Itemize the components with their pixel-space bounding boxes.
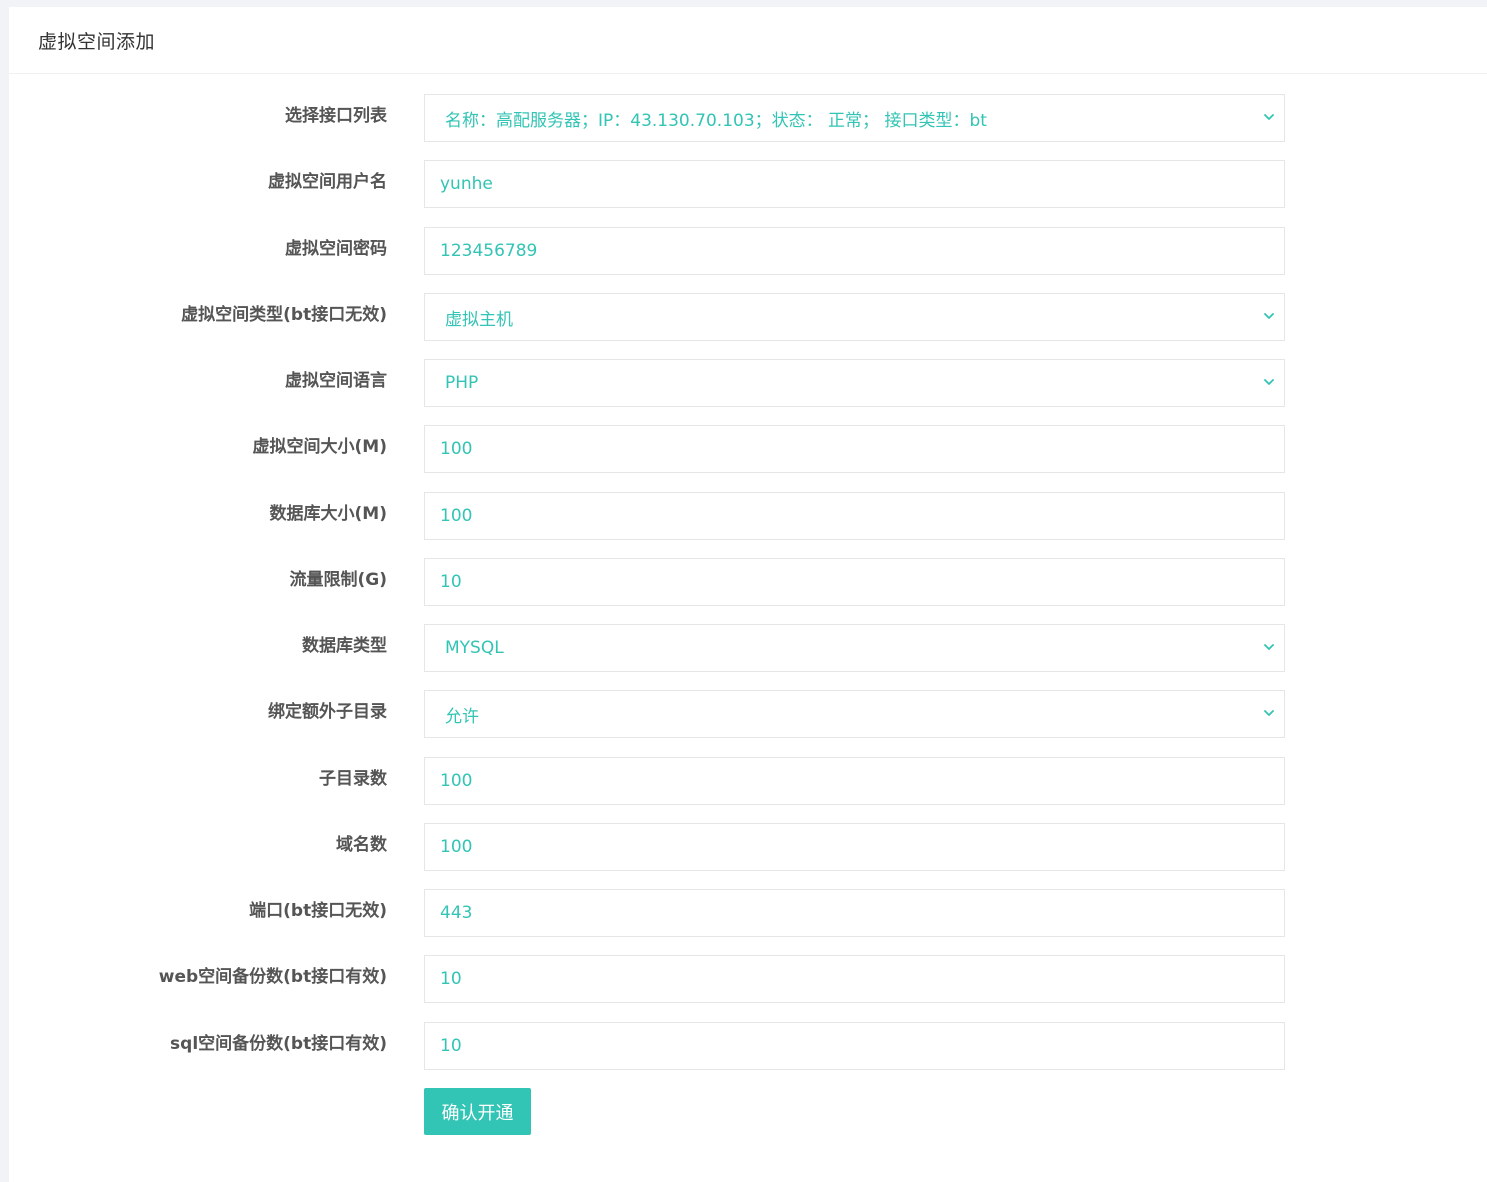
bind-subdir-label: 绑定额外子目录 xyxy=(268,702,387,722)
form-row-domain-count: 域名数 xyxy=(9,823,1487,871)
form-row-language: 虚拟空间语言 PHP xyxy=(9,359,1487,407)
form-row-web-backup: web空间备份数(bt接口有效) xyxy=(9,955,1487,1003)
port-label: 端口(bt接口无效) xyxy=(249,901,387,921)
page-title: 虚拟空间添加 xyxy=(38,30,156,53)
chevron-down-icon xyxy=(1264,379,1274,385)
username-input[interactable] xyxy=(424,160,1285,208)
traffic-limit-label: 流量限制(G) xyxy=(289,570,388,590)
space-type-value: 虚拟主机 xyxy=(445,309,513,330)
domain-count-label: 域名数 xyxy=(336,835,387,855)
web-backup-input[interactable] xyxy=(424,955,1285,1003)
db-size-label: 数据库大小(M) xyxy=(269,504,387,524)
space-size-label: 虚拟空间大小(M) xyxy=(252,437,387,457)
form-row-subdir-count: 子目录数 xyxy=(9,757,1487,805)
form-row-sql-backup: sql空间备份数(bt接口有效) xyxy=(9,1022,1487,1070)
sql-backup-input[interactable] xyxy=(424,1022,1285,1070)
form-row-interface-list: 选择接口列表 名称：高配服务器；IP：43.130.70.103；状态： 正常；… xyxy=(9,94,1487,142)
db-size-input[interactable] xyxy=(424,492,1285,540)
sql-backup-label: sql空间备份数(bt接口有效) xyxy=(170,1034,387,1054)
language-label: 虚拟空间语言 xyxy=(285,371,387,391)
form-row-username: 虚拟空间用户名 xyxy=(9,160,1487,208)
form-row-bind-subdir: 绑定额外子目录 允许 xyxy=(9,690,1487,738)
traffic-limit-input[interactable] xyxy=(424,558,1285,606)
subdir-count-label: 子目录数 xyxy=(319,769,387,789)
db-type-select[interactable]: MYSQL xyxy=(424,624,1285,672)
form-row-db-size: 数据库大小(M) xyxy=(9,492,1487,540)
form-row-db-type: 数据库类型 MYSQL xyxy=(9,624,1487,672)
chevron-down-icon xyxy=(1264,114,1274,120)
bind-subdir-value: 允许 xyxy=(445,706,479,727)
bind-subdir-select[interactable]: 允许 xyxy=(424,690,1285,738)
form-row-space-type: 虚拟空间类型(bt接口无效) 虚拟主机 xyxy=(9,293,1487,341)
subdir-count-input[interactable] xyxy=(424,757,1285,805)
form-row-password: 虚拟空间密码 xyxy=(9,227,1487,275)
card-header: 虚拟空间添加 xyxy=(9,7,1487,74)
port-input[interactable] xyxy=(424,889,1285,937)
db-type-label: 数据库类型 xyxy=(302,636,387,656)
password-label: 虚拟空间密码 xyxy=(285,239,387,259)
username-label: 虚拟空间用户名 xyxy=(268,172,387,192)
space-size-input[interactable] xyxy=(424,425,1285,473)
form-row-port: 端口(bt接口无效) xyxy=(9,889,1487,937)
password-input[interactable] xyxy=(424,227,1285,275)
domain-count-input[interactable] xyxy=(424,823,1285,871)
chevron-down-icon xyxy=(1264,710,1274,716)
web-backup-label: web空间备份数(bt接口有效) xyxy=(158,967,387,987)
chevron-down-icon xyxy=(1264,644,1274,650)
language-value: PHP xyxy=(445,373,479,393)
interface-list-label: 选择接口列表 xyxy=(285,106,387,126)
interface-list-select[interactable]: 名称：高配服务器；IP：43.130.70.103；状态： 正常； 接口类型：b… xyxy=(424,94,1285,142)
chevron-down-icon xyxy=(1264,313,1274,319)
form-row-traffic-limit: 流量限制(G) xyxy=(9,558,1487,606)
interface-list-value: 名称：高配服务器；IP：43.130.70.103；状态： 正常； 接口类型：b… xyxy=(445,110,987,131)
confirm-open-button[interactable]: 确认开通 xyxy=(424,1088,531,1135)
space-type-label: 虚拟空间类型(bt接口无效) xyxy=(181,305,387,325)
form-row-space-size: 虚拟空间大小(M) xyxy=(9,425,1487,473)
language-select[interactable]: PHP xyxy=(424,359,1285,407)
db-type-value: MYSQL xyxy=(445,638,504,658)
space-type-select[interactable]: 虚拟主机 xyxy=(424,293,1285,341)
add-virtual-space-card: 虚拟空间添加 选择接口列表 名称：高配服务器；IP：43.130.70.103；… xyxy=(9,7,1487,1182)
